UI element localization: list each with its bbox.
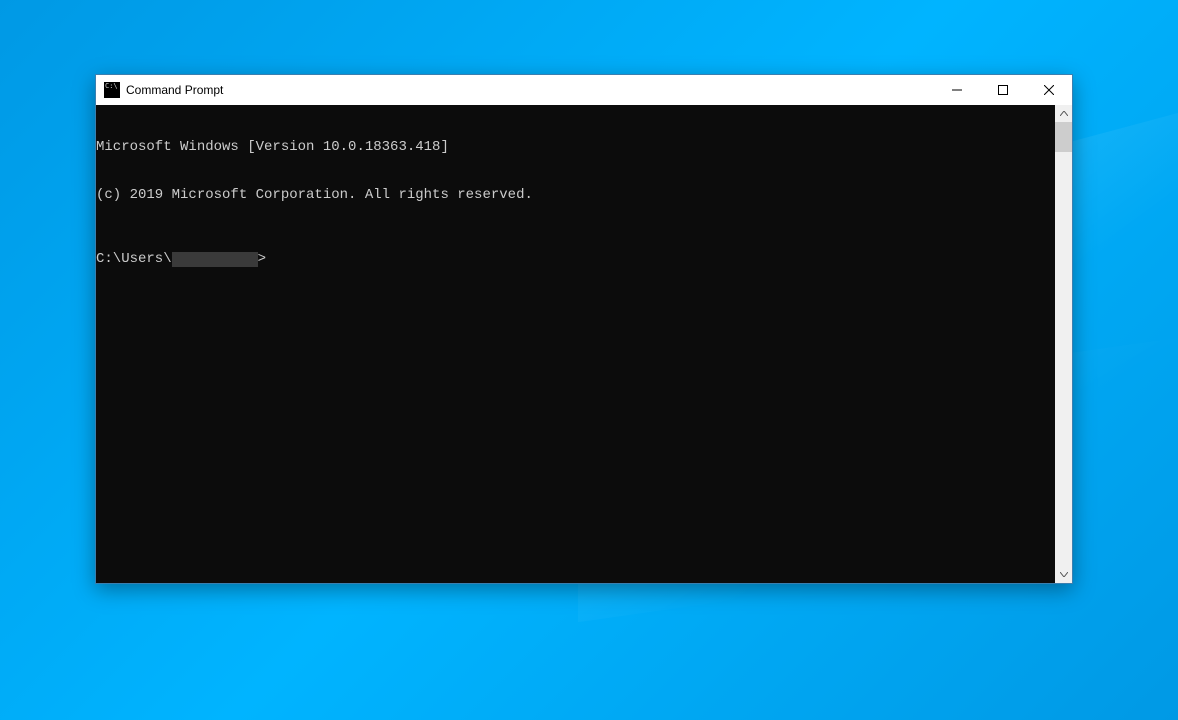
window-title: Command Prompt	[126, 83, 934, 97]
prompt-prefix: C:\Users\	[96, 251, 172, 267]
close-icon	[1044, 85, 1054, 95]
scroll-track[interactable]	[1055, 122, 1072, 566]
chevron-down-icon	[1060, 572, 1068, 577]
vertical-scrollbar[interactable]	[1055, 105, 1072, 583]
prompt-line: C:\Users\ >	[96, 251, 1055, 267]
scroll-up-button[interactable]	[1055, 105, 1072, 122]
minimize-button[interactable]	[934, 75, 980, 105]
maximize-icon	[998, 85, 1008, 95]
redacted-username	[172, 252, 258, 267]
prompt-suffix: >	[258, 251, 266, 267]
close-button[interactable]	[1026, 75, 1072, 105]
command-prompt-window: Command Prompt Microsoft Windows	[95, 74, 1073, 584]
chevron-up-icon	[1060, 111, 1068, 116]
maximize-button[interactable]	[980, 75, 1026, 105]
cmd-icon	[104, 82, 120, 98]
window-controls	[934, 75, 1072, 105]
titlebar[interactable]: Command Prompt	[96, 75, 1072, 105]
version-line: Microsoft Windows [Version 10.0.18363.41…	[96, 139, 1055, 155]
terminal-container: Microsoft Windows [Version 10.0.18363.41…	[96, 105, 1072, 583]
copyright-line: (c) 2019 Microsoft Corporation. All righ…	[96, 187, 1055, 203]
scroll-down-button[interactable]	[1055, 566, 1072, 583]
terminal-output[interactable]: Microsoft Windows [Version 10.0.18363.41…	[96, 105, 1055, 583]
scroll-thumb[interactable]	[1055, 122, 1072, 152]
minimize-icon	[952, 85, 962, 95]
